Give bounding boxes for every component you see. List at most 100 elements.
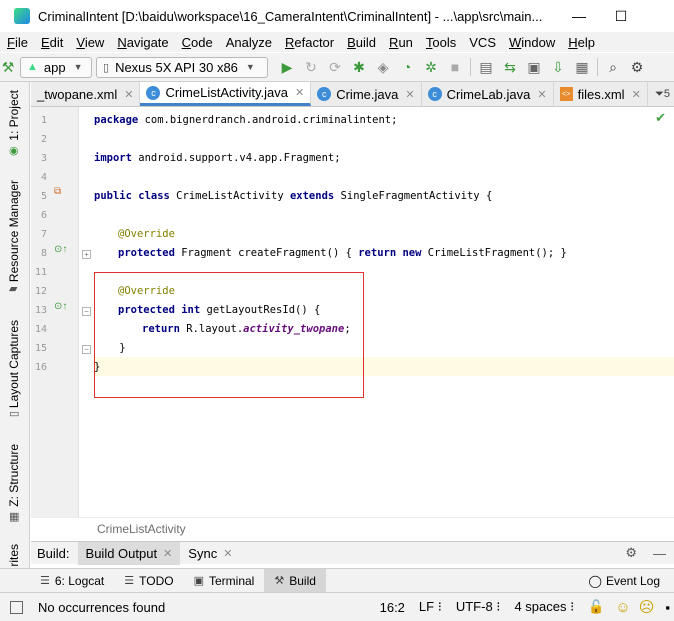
highlight-rectangle	[94, 272, 364, 398]
tool-windows-toggle-icon[interactable]	[10, 600, 23, 614]
indent-setting[interactable]: 4 spaces ⁝	[514, 599, 574, 615]
code-editor[interactable]: 1 2 3 4 5 6 7 8 11 12 13 14 15 16 ⧉ ⊙↑ ⊙…	[31, 107, 674, 517]
happy-face-icon[interactable]: ☺	[615, 599, 630, 616]
favorites-tab[interactable]: rites	[7, 544, 21, 567]
apply-code-changes-icon[interactable]: ⟳	[324, 56, 346, 78]
editor-tab-bar: _twopane.xml ✕ c CrimeListActivity.java …	[31, 82, 674, 107]
class-icon: c	[427, 87, 442, 101]
todo-tool-button[interactable]: ☰ TODO	[114, 569, 183, 593]
debug-icon[interactable]: ✱	[348, 56, 370, 78]
phone-icon: ▯	[103, 61, 110, 74]
attach-debugger-icon[interactable]: ✲	[420, 56, 442, 78]
fold-toggle-icon[interactable]: −	[82, 307, 91, 316]
coverage-icon[interactable]: ◈	[372, 56, 394, 78]
tab-crimelistactivity[interactable]: c CrimeListActivity.java ✕	[140, 82, 312, 106]
menu-vcs[interactable]: VCS	[462, 35, 502, 50]
override-method-icon[interactable]: ⊙↑	[54, 301, 67, 312]
tab-build-output[interactable]: Build Output ✕	[77, 541, 181, 565]
run-config-select[interactable]: ▲ app ▼	[20, 56, 92, 78]
line-number: 5	[40, 191, 47, 202]
maximize-button[interactable]: ☐	[598, 0, 644, 32]
menu-help[interactable]: Help	[561, 35, 601, 50]
double-chevron-down-icon: ⏷	[655, 87, 664, 100]
minimize-button[interactable]: —	[556, 0, 602, 32]
menu-code[interactable]: Code	[175, 35, 219, 50]
line-number: 4	[40, 172, 47, 183]
sad-face-icon[interactable]: ☹	[639, 598, 655, 616]
terminal-icon: ▣	[193, 575, 204, 587]
notifications-icon[interactable]: ▪	[665, 600, 670, 615]
bottom-tool-strip: ☰ 6: Logcat ☰ TODO ▣ Terminal ⚒ Build ◯ Event…	[0, 568, 674, 593]
sdk-manager-icon[interactable]: ⇩	[547, 56, 569, 78]
build-panel-header: Build: Build Output ✕ Sync ✕ ⚙ —	[31, 541, 674, 565]
close-icon[interactable]: ✕	[295, 86, 304, 99]
resource-manager-tab[interactable]: Resource Manager	[7, 180, 21, 282]
close-icon[interactable]: ✕	[632, 88, 641, 101]
settings-icon[interactable]: ⚙	[626, 56, 648, 78]
status-message: No occurrences found	[38, 599, 166, 615]
tab-twopane-xml[interactable]: _twopane.xml ✕	[31, 82, 141, 106]
menu-bar: File Edit View Navigate Code Analyze Ref…	[0, 32, 674, 52]
sync-gradle-icon[interactable]: ⇆	[499, 56, 521, 78]
search-icon[interactable]: ⌕	[602, 56, 624, 78]
tab-crimelab[interactable]: c CrimeLab.java ✕	[422, 82, 554, 106]
breadcrumb-bar: CrimeListActivity	[31, 517, 674, 541]
file-encoding[interactable]: UTF-8 ⁝	[456, 599, 501, 615]
layout-inspector-icon[interactable]: ▦	[571, 56, 593, 78]
lock-icon[interactable]: 🔓	[588, 599, 604, 615]
menu-refactor[interactable]: Refactor	[278, 35, 340, 50]
stop-icon[interactable]: ■	[444, 56, 466, 78]
menu-run[interactable]: Run	[382, 35, 419, 50]
menu-view[interactable]: View	[69, 35, 110, 50]
close-icon[interactable]: ✕	[223, 547, 232, 560]
line-number: 8	[40, 248, 47, 259]
fold-toggle-icon[interactable]: +	[82, 250, 91, 259]
run-icon[interactable]: ▶	[276, 56, 298, 78]
tab-files-xml[interactable]: <> files.xml ✕	[554, 82, 648, 106]
breadcrumb[interactable]: CrimeListActivity	[97, 522, 186, 536]
tab-crime[interactable]: c Crime.java ✕	[311, 82, 422, 106]
fold-toggle-icon[interactable]: −	[82, 345, 91, 354]
class-icon: c	[146, 85, 161, 100]
menu-build[interactable]: Build	[340, 35, 382, 50]
menu-analyze[interactable]: Analyze	[219, 35, 278, 50]
layout-captures-tab[interactable]: Layout Captures	[7, 320, 21, 408]
close-icon[interactable]: ✕	[405, 88, 414, 101]
device-select[interactable]: ▯ Nexus 5X API 30 x86 ▼	[96, 56, 268, 78]
close-icon[interactable]: ✕	[537, 88, 546, 101]
hammer-icon[interactable]: ⚒	[1, 56, 15, 78]
event-log-button[interactable]: ◯ Event Log	[589, 574, 660, 588]
tab-overflow-button[interactable]: ⏷ 5	[651, 82, 674, 106]
line-number: 3	[40, 153, 47, 164]
project-structure-icon[interactable]: ▤	[475, 56, 497, 78]
code-line: import android.support.v4.app.Fragment;	[94, 152, 341, 164]
layout-link-icon[interactable]: ⧉	[54, 186, 61, 197]
build-tool-button[interactable]: ⚒ Build	[264, 568, 326, 593]
profile-icon[interactable]: ◔	[396, 56, 418, 78]
close-icon[interactable]: ✕	[124, 88, 133, 101]
override-method-icon[interactable]: ⊙↑	[54, 244, 67, 255]
line-separator[interactable]: LF ⁝	[419, 599, 442, 615]
window-title: CriminalIntent [D:\baidu\workspace\16_Ca…	[38, 8, 543, 24]
line-number: 12	[34, 286, 47, 297]
layout-captures-icon: ▭	[9, 408, 20, 420]
gear-icon[interactable]: ⚙	[625, 545, 637, 561]
menu-file[interactable]: File	[0, 35, 34, 50]
menu-window[interactable]: Window	[502, 35, 561, 50]
terminal-tool-button[interactable]: ▣ Terminal	[184, 569, 265, 593]
structure-tab[interactable]: Z: Structure	[7, 444, 21, 507]
project-tool-tab[interactable]: 1: Project	[7, 90, 21, 141]
apply-changes-icon[interactable]: ↻	[300, 56, 322, 78]
line-number: 13	[34, 305, 47, 316]
menu-tools[interactable]: Tools	[419, 35, 462, 50]
caret-position[interactable]: 16:2	[380, 600, 405, 615]
minimize-panel-icon[interactable]: —	[653, 546, 666, 561]
tab-sync[interactable]: Sync ✕	[180, 542, 240, 565]
menu-navigate[interactable]: Navigate	[110, 35, 174, 50]
logcat-tool-button[interactable]: ☰ 6: Logcat	[30, 569, 114, 593]
avd-manager-icon[interactable]: ▣	[523, 56, 545, 78]
close-icon[interactable]: ✕	[163, 547, 172, 560]
code-line: @Override	[118, 228, 175, 240]
title-bar: CriminalIntent [D:\baidu\workspace\16_Ca…	[0, 0, 674, 32]
menu-edit[interactable]: Edit	[34, 35, 69, 50]
